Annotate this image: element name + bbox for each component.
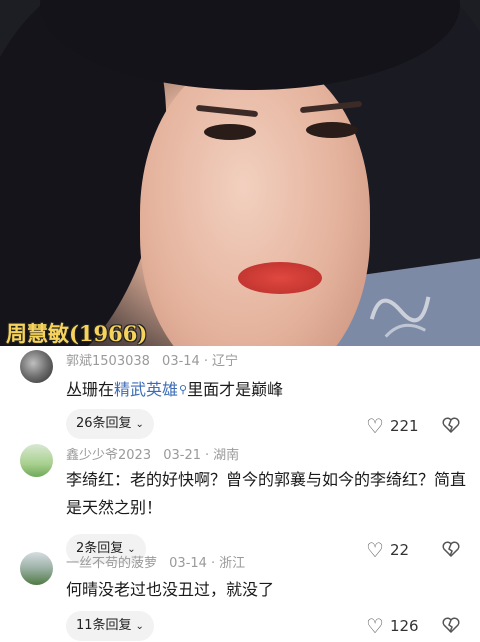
comment-meta: 一丝不苟的菠萝 03-14 · 浙江 — [66, 556, 246, 571]
photo-caption: 周慧敏(1966) — [6, 321, 148, 346]
view-replies-button[interactable]: 11条回复 ⌄ — [66, 611, 154, 641]
username[interactable]: 郭斌1503038 — [66, 354, 150, 369]
comment-location: 浙江 — [219, 556, 246, 571]
photo-lips — [238, 262, 322, 294]
like-count: 221 — [389, 417, 419, 435]
comment-text: 丛珊在精武英雄⚲里面才是巅峰 — [66, 376, 466, 404]
heart-icon: ♡ — [366, 414, 384, 438]
comment-location: 湖南 — [213, 448, 240, 463]
search-icon: ⚲ — [179, 383, 188, 396]
like-count: 22 — [389, 541, 410, 559]
like-button[interactable]: ♡ 126 — [366, 614, 419, 638]
comment-text: 李绮红：老的好快啊？曾今的郭襄与如今的李绮红？简直是天然之别！ — [66, 470, 467, 517]
avatar[interactable] — [20, 552, 53, 585]
post-photo[interactable]: 周慧敏(1966) — [0, 0, 480, 350]
username[interactable]: 鑫少少爷2023 — [66, 448, 151, 463]
chevron-down-icon: ⌄ — [135, 621, 144, 632]
like-count: 126 — [389, 617, 419, 635]
dislike-icon[interactable] — [442, 616, 460, 634]
heart-icon: ♡ — [366, 538, 384, 562]
comment-date: 03-21 — [163, 448, 202, 463]
comment-text-part: 里面才是巅峰 — [187, 380, 284, 399]
view-replies-button[interactable]: 26条回复 ⌄ — [66, 409, 154, 439]
replies-count: 26条回复 — [76, 416, 132, 431]
dislike-icon[interactable] — [442, 416, 460, 434]
avatar[interactable] — [20, 444, 53, 477]
comment-date: 03-14 — [169, 556, 207, 571]
comment-list: 郭斌1503038 03-14 · 辽宁 丛珊在精武英雄⚲里面才是巅峰 26条回复 ⌄… — [0, 346, 480, 641]
like-button[interactable]: ♡ 221 — [366, 414, 419, 438]
dislike-icon[interactable] — [442, 540, 460, 558]
replies-count: 11条回复 — [76, 618, 132, 633]
username[interactable]: 一丝不苟的菠萝 — [66, 556, 157, 571]
comment-text: 何晴没老过也没丑过，就没了 — [66, 580, 275, 599]
search-link[interactable]: 精武英雄 — [114, 380, 178, 399]
chevron-down-icon: ⌄ — [135, 419, 144, 430]
heart-icon: ♡ — [366, 614, 384, 638]
comment-location: 辽宁 — [211, 354, 238, 369]
comment-meta: 郭斌1503038 03-14 · 辽宁 — [66, 354, 238, 369]
comment-date: 03-14 — [162, 354, 200, 369]
avatar[interactable] — [20, 350, 53, 383]
comment-text-part: 丛珊在 — [66, 380, 115, 399]
photo-eye — [204, 124, 256, 140]
photo-eye — [306, 122, 358, 138]
comment-meta: 鑫少少爷2023 03-21 · 湖南 — [66, 448, 240, 463]
like-button[interactable]: ♡ 22 — [366, 538, 409, 562]
photo-face — [140, 55, 370, 350]
